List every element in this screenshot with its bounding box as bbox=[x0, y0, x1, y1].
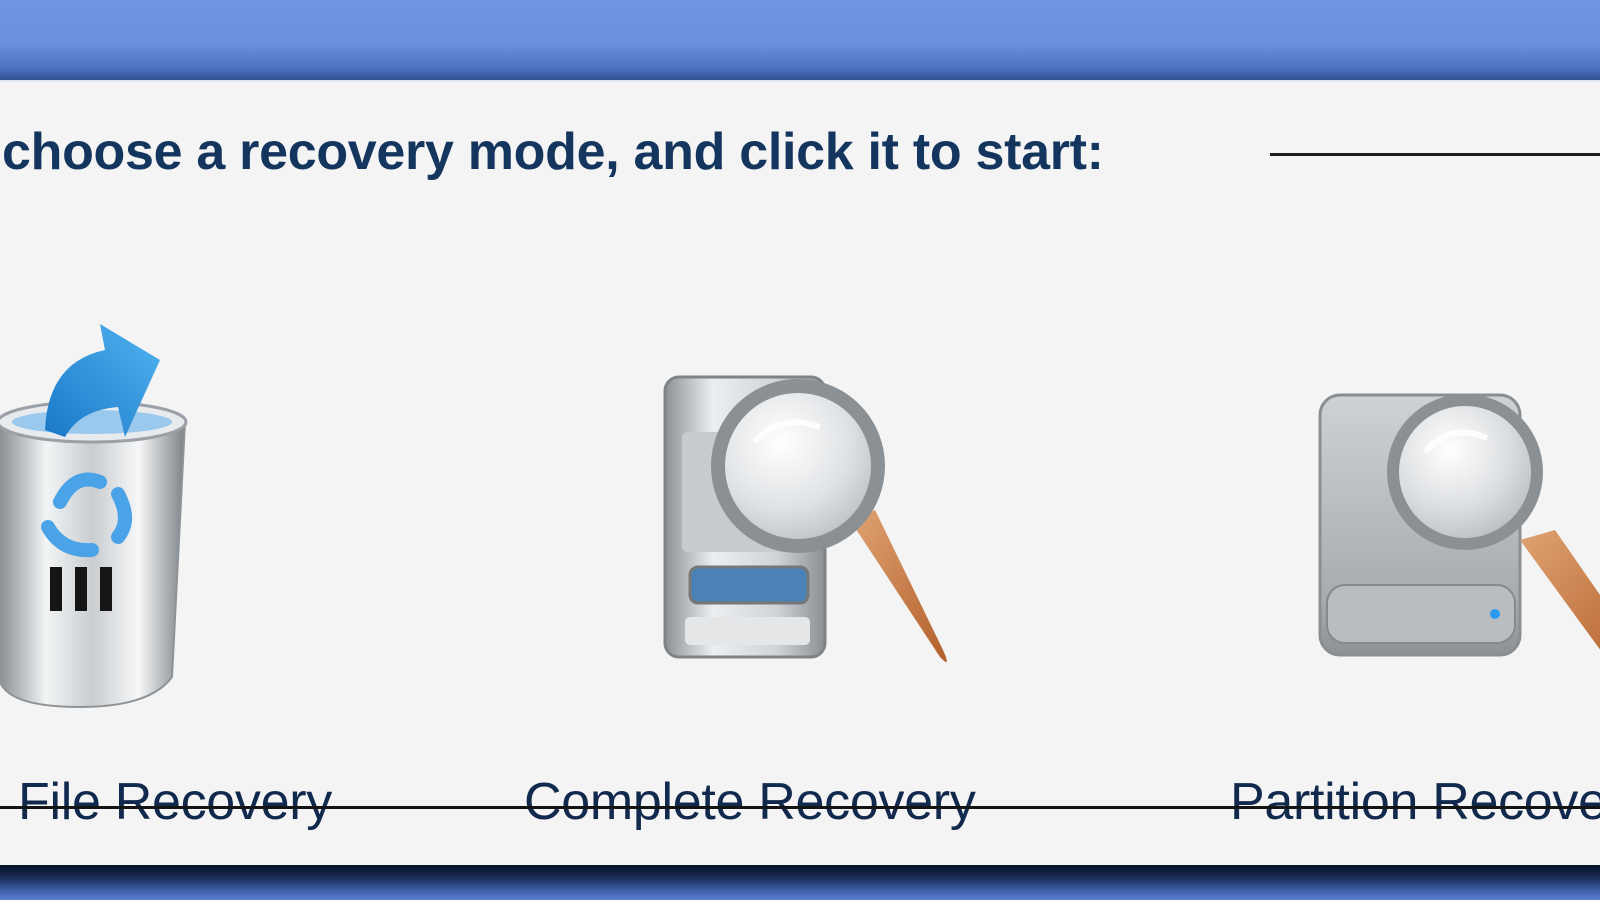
partition-recovery-label: Partition Recovery bbox=[1230, 773, 1600, 831]
recycle-bin-icon bbox=[0, 324, 188, 709]
partition-recovery-button[interactable]: Partition Recovery bbox=[1220, 242, 1600, 862]
file-recovery-label: File Recovery bbox=[18, 773, 332, 831]
recovery-mode-list: File Recovery Complete Recovery Partitio… bbox=[0, 82, 1600, 862]
hard-disk-magnifier-icon bbox=[1318, 393, 1600, 657]
drive-magnifier-icon bbox=[663, 375, 947, 663]
panel-bottom-divider bbox=[0, 806, 1600, 809]
complete-recovery-label: Complete Recovery bbox=[524, 773, 976, 831]
complete-recovery-button[interactable]: Complete Recovery bbox=[520, 242, 1080, 862]
window-title-bar[interactable] bbox=[0, 0, 1600, 80]
file-recovery-button[interactable]: File Recovery bbox=[0, 242, 420, 862]
recovery-mode-panel: choose a recovery mode, and click it to … bbox=[0, 80, 1600, 865]
window-bottom-edge bbox=[0, 865, 1600, 900]
